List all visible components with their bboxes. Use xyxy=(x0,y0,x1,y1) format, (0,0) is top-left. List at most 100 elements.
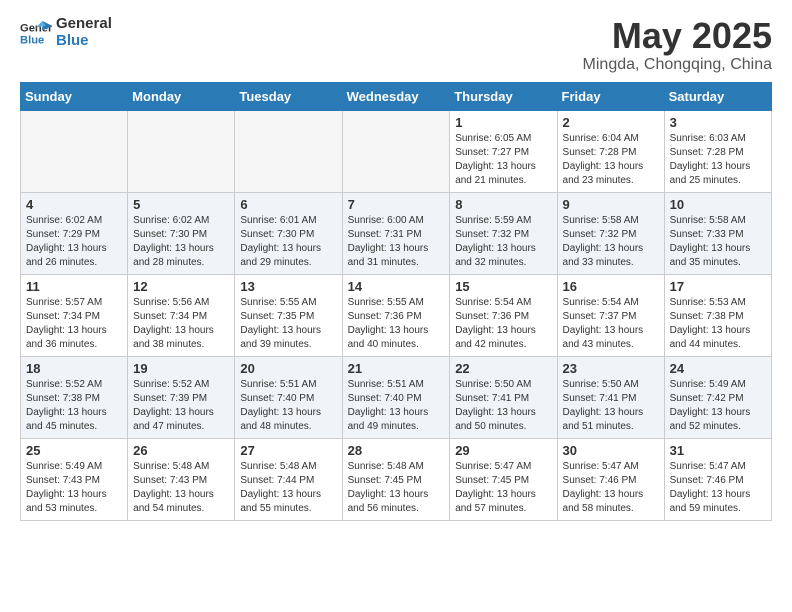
day-cell: 25 Sunrise: 5:49 AM Sunset: 7:43 PM Dayli… xyxy=(21,438,128,520)
day-cell: 14 Sunrise: 5:55 AM Sunset: 7:36 PM Dayli… xyxy=(342,274,450,356)
day-number: 27 xyxy=(240,443,336,458)
weekday-friday: Friday xyxy=(557,82,664,110)
day-cell xyxy=(21,110,128,192)
day-cell: 8Sunrise: 5:59 AM Sunset: 7:32 PM Daylig… xyxy=(450,192,557,274)
weekday-header-row: SundayMondayTuesdayWednesdayThursdayFrid… xyxy=(21,82,772,110)
day-info: Sunrise: 5:48 AM Sunset: 7:45 PM Dayligh… xyxy=(348,460,445,516)
day-info: Sunrise: 6:01 AM Sunset: 7:30 PM Dayligh… xyxy=(240,214,336,270)
day-number: 3 xyxy=(670,115,766,130)
weekday-saturday: Saturday xyxy=(664,82,771,110)
day-info: Sunrise: 6:03 AM Sunset: 7:28 PM Dayligh… xyxy=(670,132,766,188)
day-cell xyxy=(128,110,235,192)
day-number: 25 xyxy=(26,443,122,458)
day-number: 15 xyxy=(455,279,551,294)
day-cell: 4 Sunrise: 6:02 AM Sunset: 7:29 PM Daylig… xyxy=(21,192,128,274)
day-number: 5 xyxy=(133,197,229,212)
day-number: 14 xyxy=(348,279,445,294)
day-info: Sunrise: 5:56 AM Sunset: 7:34 PM Dayligh… xyxy=(133,296,229,352)
week-row-5: 25 Sunrise: 5:49 AM Sunset: 7:43 PM Dayli… xyxy=(21,438,772,520)
day-cell: 30 Sunrise: 5:47 AM Sunset: 7:46 PM Dayli… xyxy=(557,438,664,520)
day-number: 26 xyxy=(133,443,229,458)
week-row-1: 1 Sunrise: 6:05 AM Sunset: 7:27 PM Daylig… xyxy=(21,110,772,192)
day-number: 10 xyxy=(670,197,766,212)
day-info: Sunrise: 6:04 AM Sunset: 7:28 PM Dayligh… xyxy=(563,132,659,188)
day-cell xyxy=(342,110,450,192)
day-number: 31 xyxy=(670,443,766,458)
day-info: Sunrise: 5:47 AM Sunset: 7:46 PM Dayligh… xyxy=(670,460,766,516)
day-info: Sunrise: 5:54 AM Sunset: 7:36 PM Dayligh… xyxy=(455,296,551,352)
weekday-sunday: Sunday xyxy=(21,82,128,110)
day-cell: 12Sunrise: 5:56 AM Sunset: 7:34 PM Dayli… xyxy=(128,274,235,356)
day-number: 6 xyxy=(240,197,336,212)
title-block: May 2025 Mingda, Chongqing, China xyxy=(583,16,772,74)
day-cell: 15 Sunrise: 5:54 AM Sunset: 7:36 PM Dayli… xyxy=(450,274,557,356)
day-info: Sunrise: 5:55 AM Sunset: 7:35 PM Dayligh… xyxy=(240,296,336,352)
day-number: 4 xyxy=(26,197,122,212)
day-cell: 21 Sunrise: 5:51 AM Sunset: 7:40 PM Dayli… xyxy=(342,356,450,438)
day-info: Sunrise: 6:00 AM Sunset: 7:31 PM Dayligh… xyxy=(348,214,445,270)
day-info: Sunrise: 5:48 AM Sunset: 7:43 PM Dayligh… xyxy=(133,460,229,516)
day-cell: 24Sunrise: 5:49 AM Sunset: 7:42 PM Dayli… xyxy=(664,356,771,438)
svg-text:Blue: Blue xyxy=(20,34,44,46)
day-cell: 26 Sunrise: 5:48 AM Sunset: 7:43 PM Dayli… xyxy=(128,438,235,520)
day-cell: 11 Sunrise: 5:57 AM Sunset: 7:34 PM Dayli… xyxy=(21,274,128,356)
day-info: Sunrise: 5:50 AM Sunset: 7:41 PM Dayligh… xyxy=(563,378,659,434)
day-info: Sunrise: 5:49 AM Sunset: 7:42 PM Dayligh… xyxy=(670,378,766,434)
day-number: 22 xyxy=(455,361,551,376)
day-info: Sunrise: 5:52 AM Sunset: 7:39 PM Dayligh… xyxy=(133,378,229,434)
day-cell: 10 Sunrise: 5:58 AM Sunset: 7:33 PM Dayli… xyxy=(664,192,771,274)
day-number: 29 xyxy=(455,443,551,458)
day-number: 30 xyxy=(563,443,659,458)
day-info: Sunrise: 5:55 AM Sunset: 7:36 PM Dayligh… xyxy=(348,296,445,352)
day-cell: 17Sunrise: 5:53 AM Sunset: 7:38 PM Dayli… xyxy=(664,274,771,356)
calendar-title: May 2025 xyxy=(583,16,772,56)
header: General Blue General Blue May 2025 Mingd… xyxy=(20,16,772,74)
day-info: Sunrise: 5:53 AM Sunset: 7:38 PM Dayligh… xyxy=(670,296,766,352)
day-info: Sunrise: 5:51 AM Sunset: 7:40 PM Dayligh… xyxy=(240,378,336,434)
day-number: 9 xyxy=(563,197,659,212)
day-cell: 19 Sunrise: 5:52 AM Sunset: 7:39 PM Dayli… xyxy=(128,356,235,438)
logo: General Blue General Blue xyxy=(20,16,112,49)
day-number: 8 xyxy=(455,197,551,212)
day-info: Sunrise: 5:47 AM Sunset: 7:46 PM Dayligh… xyxy=(563,460,659,516)
day-number: 18 xyxy=(26,361,122,376)
weekday-wednesday: Wednesday xyxy=(342,82,450,110)
day-info: Sunrise: 5:54 AM Sunset: 7:37 PM Dayligh… xyxy=(563,296,659,352)
day-info: Sunrise: 5:52 AM Sunset: 7:38 PM Dayligh… xyxy=(26,378,122,434)
day-cell: 31 Sunrise: 5:47 AM Sunset: 7:46 PM Dayli… xyxy=(664,438,771,520)
day-info: Sunrise: 6:02 AM Sunset: 7:29 PM Dayligh… xyxy=(26,214,122,270)
day-cell: 2Sunrise: 6:04 AM Sunset: 7:28 PM Daylig… xyxy=(557,110,664,192)
week-row-4: 18 Sunrise: 5:52 AM Sunset: 7:38 PM Dayli… xyxy=(21,356,772,438)
day-info: Sunrise: 5:51 AM Sunset: 7:40 PM Dayligh… xyxy=(348,378,445,434)
day-cell: 27 Sunrise: 5:48 AM Sunset: 7:44 PM Dayli… xyxy=(235,438,342,520)
weekday-tuesday: Tuesday xyxy=(235,82,342,110)
day-cell: 3 Sunrise: 6:03 AM Sunset: 7:28 PM Daylig… xyxy=(664,110,771,192)
logo-icon: General Blue xyxy=(20,19,52,47)
calendar-subtitle: Mingda, Chongqing, China xyxy=(583,56,772,74)
day-number: 19 xyxy=(133,361,229,376)
day-cell xyxy=(235,110,342,192)
day-info: Sunrise: 5:50 AM Sunset: 7:41 PM Dayligh… xyxy=(455,378,551,434)
day-cell: 16 Sunrise: 5:54 AM Sunset: 7:37 PM Dayli… xyxy=(557,274,664,356)
day-cell: 13 Sunrise: 5:55 AM Sunset: 7:35 PM Dayli… xyxy=(235,274,342,356)
day-number: 11 xyxy=(26,279,122,294)
day-info: Sunrise: 5:47 AM Sunset: 7:45 PM Dayligh… xyxy=(455,460,551,516)
day-info: Sunrise: 5:48 AM Sunset: 7:44 PM Dayligh… xyxy=(240,460,336,516)
page: General Blue General Blue May 2025 Mingd… xyxy=(0,0,792,537)
day-number: 23 xyxy=(563,361,659,376)
day-cell: 20Sunrise: 5:51 AM Sunset: 7:40 PM Dayli… xyxy=(235,356,342,438)
day-number: 16 xyxy=(563,279,659,294)
weekday-monday: Monday xyxy=(128,82,235,110)
day-number: 13 xyxy=(240,279,336,294)
day-cell: 7Sunrise: 6:00 AM Sunset: 7:31 PM Daylig… xyxy=(342,192,450,274)
day-info: Sunrise: 5:58 AM Sunset: 7:32 PM Dayligh… xyxy=(563,214,659,270)
day-cell: 23 Sunrise: 5:50 AM Sunset: 7:41 PM Dayli… xyxy=(557,356,664,438)
day-number: 1 xyxy=(455,115,551,130)
day-cell: 22 Sunrise: 5:50 AM Sunset: 7:41 PM Dayli… xyxy=(450,356,557,438)
day-info: Sunrise: 5:58 AM Sunset: 7:33 PM Dayligh… xyxy=(670,214,766,270)
day-number: 21 xyxy=(348,361,445,376)
day-info: Sunrise: 6:05 AM Sunset: 7:27 PM Dayligh… xyxy=(455,132,551,188)
day-info: Sunrise: 5:57 AM Sunset: 7:34 PM Dayligh… xyxy=(26,296,122,352)
day-number: 28 xyxy=(348,443,445,458)
day-info: Sunrise: 5:49 AM Sunset: 7:43 PM Dayligh… xyxy=(26,460,122,516)
